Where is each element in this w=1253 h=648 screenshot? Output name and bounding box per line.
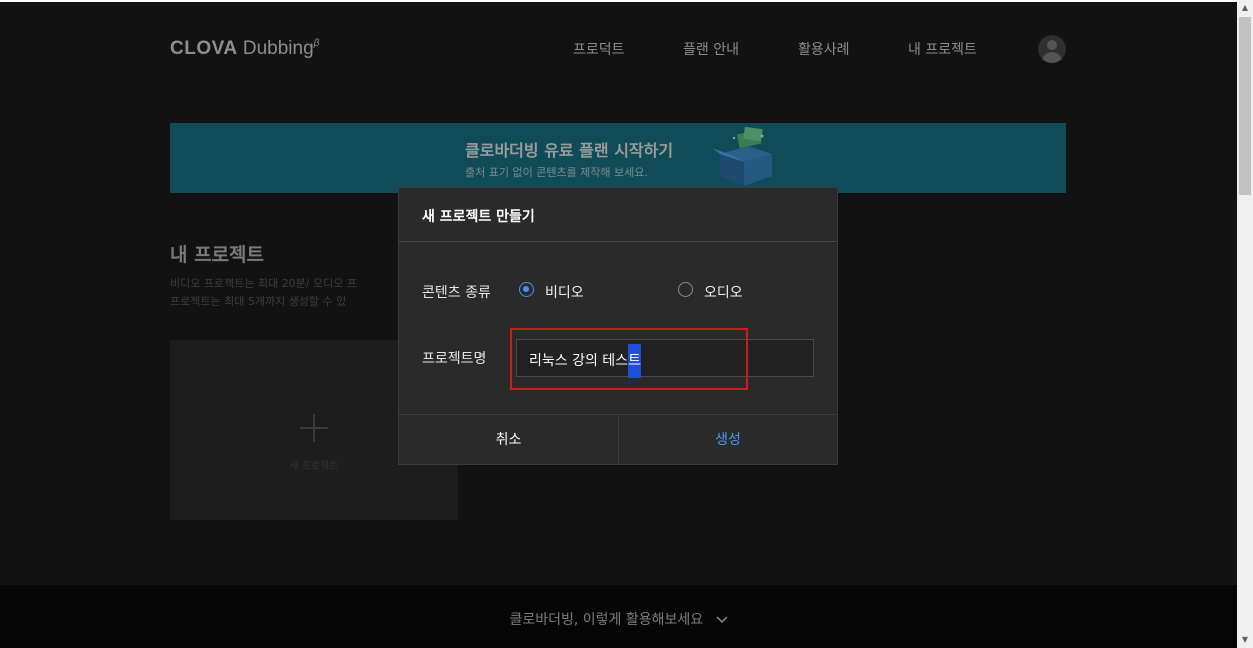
- radio-audio[interactable]: [678, 282, 693, 297]
- avatar-body: [1042, 52, 1062, 63]
- nav-product[interactable]: 프로덕트: [573, 39, 625, 59]
- project-name-text: 리눅스 강의 테스: [529, 353, 629, 369]
- create-button[interactable]: 생성: [619, 415, 837, 465]
- nav-my-projects[interactable]: 내 프로젝트: [908, 39, 977, 59]
- content-type-label: 콘텐츠 종류: [422, 285, 491, 301]
- user-avatar-icon[interactable]: [1038, 35, 1066, 63]
- avatar-head: [1047, 40, 1057, 50]
- nav-plan[interactable]: 플랜 안내: [683, 39, 739, 59]
- projects-desc-line1: 비디오 프로젝트는 최대 20분/ 오디오 프: [170, 277, 357, 290]
- vertical-scrollbar[interactable]: ▲ ▼: [1237, 0, 1253, 648]
- chevron-down-icon: [715, 616, 728, 624]
- plus-icon: [300, 414, 328, 442]
- project-name-label: 프로젝트명: [422, 351, 487, 367]
- radio-audio-label[interactable]: 오디오: [704, 282, 743, 302]
- dialog-title: 새 프로젝트 만들기: [422, 209, 535, 225]
- scrollbar-thumb[interactable]: [1239, 17, 1251, 195]
- banner-subtitle: 출처 표기 없이 콘텐츠를 제작해 보세요.: [465, 166, 648, 179]
- scroll-up-arrow-icon[interactable]: ▲: [1237, 0, 1253, 16]
- my-projects-title: 내 프로젝트: [170, 244, 265, 266]
- project-name-selected-text: 트: [628, 344, 641, 378]
- footer: 클로바더빙, 이렇게 활용해보세요: [0, 585, 1237, 648]
- logo-brand: CLOVA: [170, 38, 238, 59]
- new-project-dialog: 새 프로젝트 만들기 콘텐츠 종류 비디오 오디오 프로젝트명 리눅스 강의 테…: [398, 187, 838, 465]
- scroll-down-arrow-icon[interactable]: ▼: [1237, 632, 1253, 648]
- usage-guide-label: 클로바더빙, 이렇게 활용해보세요: [509, 612, 704, 628]
- dialog-divider: [399, 241, 837, 242]
- cancel-button[interactable]: 취소: [399, 415, 618, 465]
- project-name-input[interactable]: 리눅스 강의 테스트: [516, 339, 814, 378]
- clova-dubbing-logo[interactable]: CLOVA Dubbingβ: [170, 38, 319, 60]
- nav-use-cases[interactable]: 활용사례: [798, 39, 850, 59]
- page: CLOVA Dubbingβ 프로덕트 플랜 안내 활용사례 내 프로젝트 클로…: [0, 2, 1237, 648]
- banner-title: 클로바더빙 유료 플랜 시작하기: [465, 141, 674, 160]
- paid-plan-banner[interactable]: 클로바더빙 유료 플랜 시작하기 출처 표기 없이 콘텐츠를 제작해 보세요.: [170, 123, 1066, 193]
- usage-guide-link[interactable]: 클로바더빙, 이렇게 활용해보세요: [0, 609, 1237, 629]
- gift-box-icon: [712, 126, 772, 186]
- projects-desc-line2: 프로젝트는 최대 5개까지 생성할 수 있: [170, 295, 347, 308]
- logo-product: Dubbing: [242, 38, 314, 59]
- radio-video-label[interactable]: 비디오: [545, 282, 584, 302]
- logo-beta: β: [313, 38, 320, 49]
- radio-video[interactable]: [519, 282, 534, 297]
